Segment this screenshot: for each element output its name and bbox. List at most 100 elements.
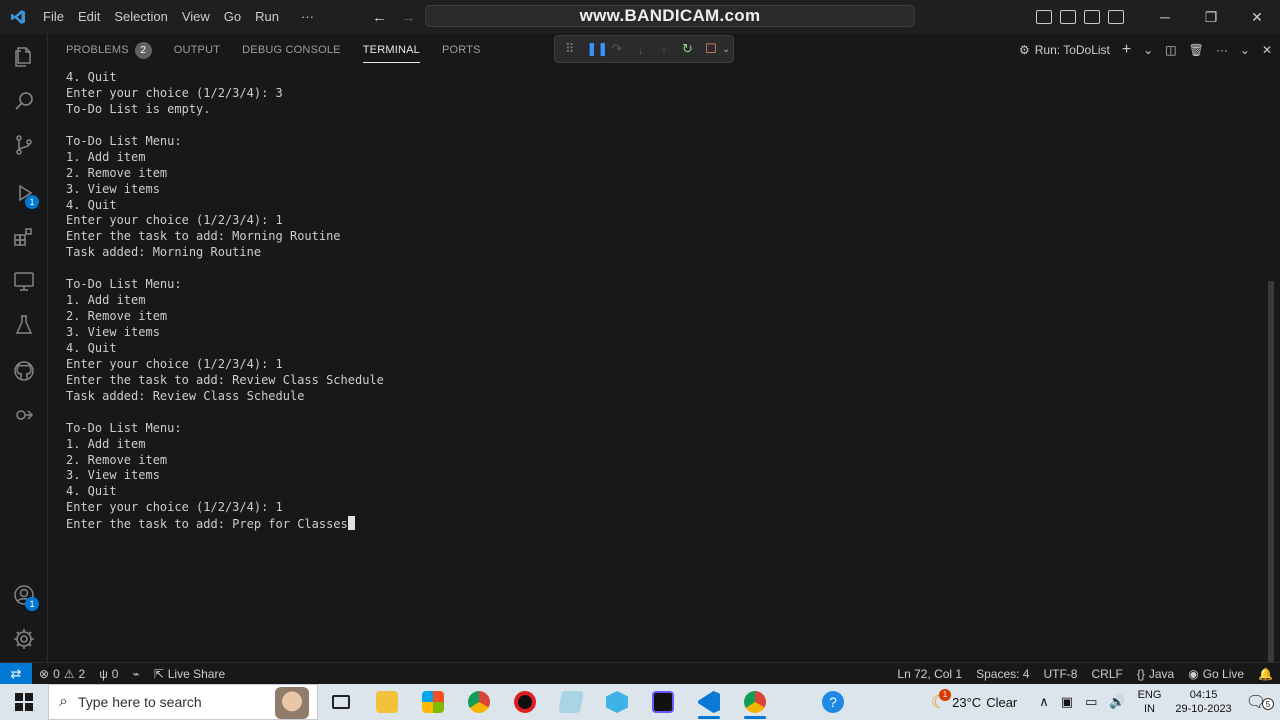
notifications-bell-icon[interactable]: 🔔: [1251, 667, 1280, 681]
tray-chevron-up-icon[interactable]: ∧: [1033, 694, 1055, 710]
pause-icon[interactable]: ❚❚: [586, 41, 608, 57]
debug-status-icon[interactable]: ⌁: [125, 667, 146, 681]
notification-count: 5: [1262, 698, 1274, 710]
toggle-primary-sidebar-icon[interactable]: [1036, 10, 1052, 24]
problems-status[interactable]: ⊗ 0 ⚠ 2: [32, 667, 92, 681]
line-ending[interactable]: CRLF: [1084, 667, 1129, 681]
hexagon-app-icon[interactable]: [594, 684, 640, 720]
menu-more[interactable]: ···: [294, 0, 321, 34]
menu-go[interactable]: Go: [217, 0, 248, 34]
go-live-status[interactable]: ◉ Go Live: [1181, 667, 1251, 681]
title-bar-controls: ─ ❐ ✕: [1036, 0, 1280, 34]
cursor-position[interactable]: Ln 72, Col 1: [890, 667, 969, 681]
extensions-icon[interactable]: [0, 214, 48, 260]
restore-button[interactable]: ❐: [1188, 0, 1234, 34]
more-actions-icon[interactable]: ···: [1216, 43, 1228, 57]
step-into-icon[interactable]: ↓: [634, 42, 647, 57]
intellij-icon[interactable]: [640, 684, 686, 720]
volume-icon[interactable]: 🔊: [1103, 694, 1131, 710]
bandicam-record-icon[interactable]: [502, 684, 548, 720]
help-icon[interactable]: ?: [810, 684, 856, 720]
maximize-panel-chevron-icon[interactable]: ⌄: [1240, 43, 1250, 57]
terminal-line: 2. Remove item: [66, 165, 168, 180]
encoding[interactable]: UTF-8: [1036, 667, 1084, 681]
vscode-taskbar-icon[interactable]: [686, 684, 732, 720]
network-icon[interactable]: ▭: [1079, 694, 1103, 710]
step-over-icon[interactable]: ↷: [610, 41, 623, 57]
settings-gear-icon[interactable]: [0, 616, 48, 662]
live-share-status[interactable]: ⇱ Live Share: [147, 667, 232, 681]
language-mode[interactable]: {} Java: [1130, 667, 1181, 681]
tray-app-icon[interactable]: ▣: [1055, 694, 1079, 710]
tab-output[interactable]: OUTPUT: [163, 34, 231, 66]
menu-edit[interactable]: Edit: [71, 0, 107, 34]
drag-handle-icon[interactable]: ⠿: [563, 41, 576, 57]
terminal-scrollbar[interactable]: [1268, 281, 1274, 720]
taskbar-search-box[interactable]: ⌕ Type here to search: [48, 684, 318, 720]
live-share-activity-icon[interactable]: [0, 392, 48, 438]
remote-indicator-icon[interactable]: ⇄: [0, 662, 32, 685]
tab-debug-console[interactable]: DEBUG CONSOLE: [231, 34, 352, 66]
split-terminal-icon[interactable]: ◫: [1165, 43, 1176, 57]
tab-problems[interactable]: PROBLEMS 2: [55, 34, 163, 66]
tab-ports[interactable]: PORTS: [431, 34, 492, 66]
command-center[interactable]: www.BANDICAM.com: [425, 5, 915, 27]
forward-arrow-icon[interactable]: →: [401, 9, 416, 26]
stop-options-chevron-icon[interactable]: ⌄: [720, 44, 733, 55]
chrome-profile-icon[interactable]: [732, 684, 778, 720]
back-arrow-icon[interactable]: ←: [372, 9, 387, 26]
explorer-icon[interactable]: [0, 34, 48, 80]
source-control-icon[interactable]: [0, 122, 48, 168]
ports-status[interactable]: ψ 0: [92, 667, 125, 681]
run-debug-icon[interactable]: 1: [0, 170, 48, 216]
app-window-icon[interactable]: [548, 684, 594, 720]
step-out-icon[interactable]: ↑: [657, 42, 670, 57]
toggle-secondary-sidebar-icon[interactable]: [1084, 10, 1100, 24]
terminal-dropdown-chevron-icon[interactable]: ⌄: [1143, 43, 1153, 57]
terminal-name: Run: ToDoList: [1034, 43, 1110, 57]
search-placeholder: Type here to search: [77, 694, 202, 710]
tab-terminal-label: TERMINAL: [362, 44, 420, 56]
windows-start-icon[interactable]: [0, 684, 48, 720]
gear-icon: ⚙: [1018, 43, 1030, 57]
menu-file[interactable]: File: [36, 0, 71, 34]
close-window-button[interactable]: ✕: [1234, 0, 1280, 34]
menu-view[interactable]: View: [175, 0, 217, 34]
error-count: 0: [53, 666, 60, 681]
live-share-icon: ⇱: [153, 666, 164, 681]
debug-toolbar: ⠿ ❚❚ ↷ ↓ ↑ ↻ ☐ ⌄: [554, 35, 734, 63]
tab-terminal[interactable]: TERMINAL: [352, 34, 431, 66]
restart-icon[interactable]: ↻: [681, 41, 694, 57]
accounts-icon[interactable]: 1: [0, 572, 48, 618]
live-share-label: Live Share: [167, 666, 226, 681]
weather-temp: 23°C: [952, 694, 982, 710]
task-view-icon[interactable]: [318, 684, 364, 720]
terminal-selector[interactable]: ⚙ Run: ToDoList: [1019, 43, 1110, 57]
menu-run[interactable]: Run: [248, 0, 286, 34]
terminal-output[interactable]: 4. Quit Enter your choice (1/2/3/4): 3 To-…: [48, 66, 1274, 720]
search-icon[interactable]: [0, 78, 48, 124]
chrome-icon[interactable]: [456, 684, 502, 720]
github-icon[interactable]: [0, 348, 48, 394]
indentation[interactable]: Spaces: 4: [969, 667, 1036, 681]
input-language[interactable]: ENG IN: [1132, 688, 1168, 716]
weather-widget[interactable]: ☾ 1 23°C Clear: [925, 688, 1023, 713]
testing-icon[interactable]: [0, 302, 48, 348]
customize-layout-icon[interactable]: [1108, 10, 1124, 24]
minimize-button[interactable]: ─: [1142, 0, 1188, 34]
activity-bar: 1 1: [0, 34, 48, 662]
new-terminal-plus-icon[interactable]: +: [1122, 41, 1131, 59]
menu-selection[interactable]: Selection: [107, 0, 174, 34]
close-panel-icon[interactable]: ✕: [1262, 43, 1272, 57]
kill-terminal-trash-icon[interactable]: 🗑: [1189, 43, 1204, 57]
terminal-line: 2. Remove item: [66, 309, 168, 324]
notification-center-icon[interactable]: 🗨 5: [1240, 692, 1280, 712]
warning-count: 2: [78, 666, 86, 681]
remote-explorer-icon[interactable]: [0, 258, 48, 304]
file-explorer-icon[interactable]: [364, 684, 410, 720]
toggle-panel-icon[interactable]: [1060, 10, 1076, 24]
stop-icon[interactable]: ☐: [704, 41, 717, 57]
microsoft-store-icon[interactable]: [410, 684, 456, 720]
clock[interactable]: 04:15 29-10-2023: [1167, 688, 1239, 716]
